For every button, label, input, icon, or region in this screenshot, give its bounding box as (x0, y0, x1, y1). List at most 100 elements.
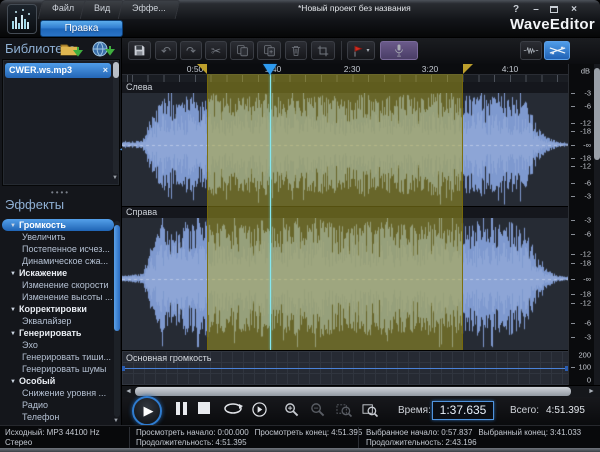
loop-button[interactable] (222, 402, 244, 415)
save-button[interactable] (128, 41, 151, 60)
effect-item[interactable]: ▼Корректировки (2, 303, 114, 315)
equalizer-icon (8, 5, 36, 33)
effect-item[interactable]: Динамическое сжа... (2, 255, 114, 267)
record-button[interactable] (380, 41, 418, 60)
timeline-tick: 3:20 (422, 64, 439, 74)
volume-scale-100: 100 (578, 363, 591, 372)
envelope-view-button[interactable] (544, 41, 570, 60)
hscroll-thumb[interactable] (135, 387, 571, 396)
waveform-view-button[interactable] (520, 41, 542, 60)
effect-item[interactable]: Изменение высоты ... (2, 291, 114, 303)
effect-item[interactable]: Эквалайзер (2, 315, 114, 327)
paste-button[interactable] (257, 41, 281, 60)
triangle-down-icon: ▼ (10, 271, 16, 277)
master-volume-strip[interactable]: Основная громкость (122, 350, 568, 385)
time-display[interactable]: 1:37.635 (432, 401, 494, 420)
zoom-out-icon (310, 402, 325, 417)
delete-button[interactable] (285, 41, 307, 60)
scroll-left-icon[interactable]: ◄ (123, 387, 134, 397)
waveform-view-icon (523, 45, 539, 56)
effect-item[interactable]: ▼Особый (2, 375, 114, 387)
effect-item[interactable]: ▼Генерировать (2, 327, 114, 339)
effect-item[interactable]: Генерировать тиши... (2, 351, 114, 363)
effect-item[interactable]: Эхо (2, 339, 114, 351)
effect-item[interactable]: Телефон (2, 411, 114, 423)
pause-button[interactable] (174, 402, 188, 415)
scroll-right-icon[interactable]: ► (586, 387, 597, 397)
effect-item[interactable]: Снижение уровня ... (2, 387, 114, 399)
volume-handle-left[interactable] (122, 366, 125, 371)
effect-item[interactable]: Постепенное исчез... (2, 243, 114, 255)
app-logo-icon (7, 4, 37, 34)
close-button[interactable]: × (567, 4, 581, 16)
time-label: Время: (398, 405, 431, 416)
scissors-icon: ✂ (211, 45, 221, 57)
horizontal-scrollbar[interactable]: ◄ ► (122, 385, 600, 397)
envelope-view-icon (549, 45, 566, 56)
scroll-down-icon[interactable]: ▼ (113, 418, 119, 424)
status-bar: Исходный: MP3 44100 Hz Стерео Просмотрет… (0, 425, 600, 448)
main-vertical-scrollbar[interactable] (594, 64, 600, 388)
library-item-name: CWER.ws.mp3 (9, 65, 72, 75)
total-time-value: 4:51.395 (546, 405, 585, 416)
effect-item[interactable]: Радио (2, 399, 114, 411)
effect-item-label: Громкость (19, 220, 66, 230)
stop-button[interactable] (198, 402, 210, 414)
undo-icon: ↶ (161, 45, 171, 57)
maximize-icon (550, 6, 558, 13)
status-source-format: Исходный: MP3 44100 Hz (5, 428, 125, 438)
status-view-end-label: Просмотреть конец: (255, 428, 329, 437)
main-vscroll-thumb[interactable] (594, 68, 600, 160)
effects-scrollbar-thumb[interactable] (114, 225, 120, 331)
wave-editor-window: Файл Вид Эффе... Правка *Новый проект бе… (0, 0, 600, 452)
menu-view[interactable]: Вид (82, 0, 122, 19)
cut-button[interactable]: ✂ (205, 41, 227, 60)
volume-envelope-line[interactable] (122, 368, 568, 369)
selection-region[interactable] (207, 74, 463, 350)
redo-button[interactable]: ↷ (180, 41, 202, 60)
effect-item-label: Генерировать тиши... (22, 352, 111, 362)
pause-icon (176, 402, 180, 415)
window-frame-bottom (0, 448, 600, 452)
effect-item[interactable]: Изменение скорости (2, 279, 114, 291)
effect-item[interactable]: ▼Искажение (2, 267, 114, 279)
play-button[interactable]: ▶ (132, 396, 162, 426)
scroll-down-icon[interactable]: ▼ (112, 175, 118, 181)
zoom-all-button[interactable] (362, 402, 378, 417)
add-marker-button[interactable]: ▾ (347, 41, 375, 60)
loop-icon (222, 402, 244, 415)
remove-file-icon[interactable]: × (103, 63, 108, 78)
zoom-out-button[interactable] (310, 402, 325, 417)
flag-dropdown-icon[interactable]: ▾ (366, 47, 369, 54)
zoom-in-button[interactable] (284, 402, 299, 417)
panel-splitter[interactable]: •••• (51, 188, 70, 197)
timeline-tick: 4:10 (502, 64, 519, 74)
help-button[interactable]: ? (509, 4, 523, 16)
copy-button[interactable] (230, 41, 254, 60)
effects-scrollbar[interactable] (114, 221, 120, 417)
maximize-button[interactable] (547, 4, 561, 16)
menu-effects[interactable]: Эффе... (120, 0, 178, 19)
playhead-marker[interactable] (263, 64, 277, 75)
status-view-duration: 4:51.395 (215, 438, 246, 447)
library-item[interactable]: CWER.ws.mp3 × (5, 63, 111, 78)
db-scale-label: -3 (584, 191, 591, 200)
db-scale-label: -6 (584, 101, 591, 110)
crop-button[interactable] (311, 41, 335, 60)
status-selection-duration: 2:43.196 (445, 438, 476, 447)
effect-item[interactable]: Увеличить (2, 231, 114, 243)
undo-button[interactable]: ↶ (155, 41, 177, 60)
volume-scale: 200 100 0 (568, 350, 594, 385)
crop-icon (317, 45, 329, 57)
library-scrollbar-thumb[interactable] (113, 62, 119, 78)
minimize-button[interactable]: – (529, 4, 543, 16)
edit-tab-button[interactable]: Правка (40, 20, 123, 37)
zoom-selection-button[interactable] (336, 402, 352, 417)
effect-item[interactable]: ▼Громкость (2, 219, 114, 231)
play-selection-button[interactable] (252, 402, 267, 417)
menu-effects-label: Эффе... (132, 3, 166, 13)
transport-bar: ▶ (122, 397, 600, 425)
brand-logo: WaveEditor (510, 16, 595, 33)
total-label: Всего: (510, 405, 539, 416)
effect-item[interactable]: Генерировать шумы (2, 363, 114, 375)
